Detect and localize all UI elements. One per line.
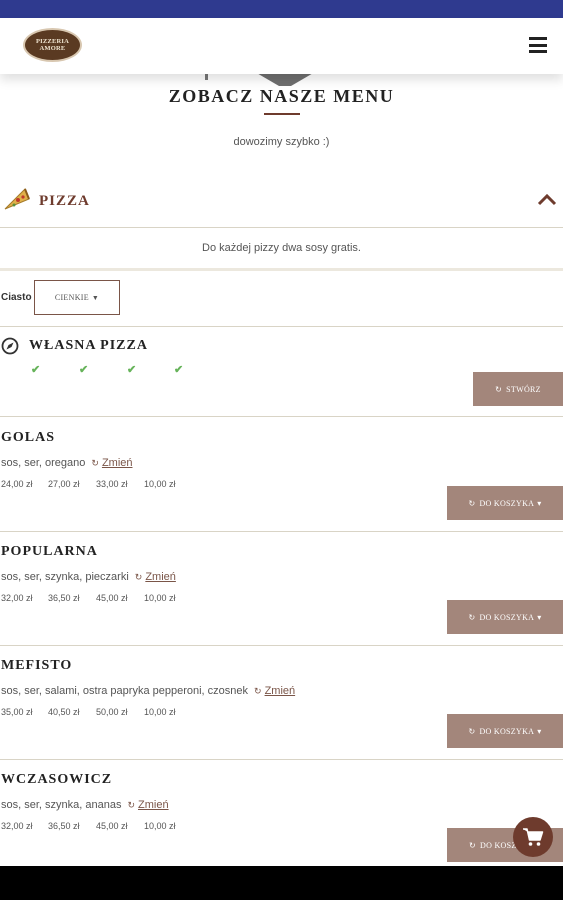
ingredients-text: sos, ser, oregano — [1, 457, 86, 469]
dough-label: Ciasto — [1, 292, 32, 303]
category-info: Do każdej pizzy dwa sosy gratis. — [202, 242, 361, 254]
price-size-4[interactable]: 10,00 zł — [144, 821, 176, 831]
pizza-ingredients: sos, ser, salami, ostra papryka pepperon… — [1, 685, 295, 697]
change-link[interactable]: ↻ Zmień — [254, 685, 295, 697]
check-icon: ✔ — [127, 364, 137, 376]
price-size-2[interactable]: 27,00 zł — [48, 479, 80, 489]
refresh-icon: ↻ — [134, 572, 143, 582]
price-size-2[interactable]: 36,50 zł — [48, 593, 80, 603]
price-size-3[interactable]: 45,00 zł — [96, 821, 128, 831]
price-size-3[interactable]: 33,00 zł — [96, 479, 128, 489]
pizza-name: POPULARNA — [1, 544, 98, 559]
tagline: dowozimy szybko :) — [233, 136, 330, 148]
check-icon: ✔ — [79, 364, 89, 376]
caret-down-icon: ▾ — [537, 726, 542, 736]
refresh-icon: ↻ — [468, 612, 476, 622]
logo[interactable]: PIZZERIA AMORE — [23, 28, 82, 62]
pizza-ingredients: sos, ser, oregano ↻ Zmień — [1, 457, 133, 469]
title-underline — [264, 113, 300, 115]
price-size-3[interactable]: 45,00 zł — [96, 593, 128, 603]
create-pizza-button[interactable]: ↻ STWÓRZ — [473, 372, 563, 406]
status-bar — [0, 0, 563, 18]
pizza-ingredients: sos, ser, szynka, ananas ↻ Zmień — [1, 799, 169, 811]
pizza-slice-icon — [4, 188, 30, 210]
divider — [0, 759, 563, 760]
dough-dropdown[interactable]: CIENKIE ▼ — [34, 280, 120, 315]
divider — [0, 531, 563, 532]
app-header: PIZZERIA AMORE — [0, 18, 563, 74]
pizza-name: MEFISTO — [1, 658, 73, 673]
price-size-1[interactable]: 32,00 zł — [1, 593, 33, 603]
pizza-name: GOLAS — [1, 430, 56, 445]
logo-text: PIZZERIA AMORE — [35, 38, 70, 52]
ingredients-text: sos, ser, szynka, ananas — [1, 799, 122, 811]
pizza-name: WCZASOWICZ — [1, 772, 113, 787]
price-size-2[interactable]: 40,50 zł — [48, 707, 80, 717]
button-label: DO KOSZYKA — [479, 498, 535, 508]
refresh-icon: ↻ — [91, 458, 99, 468]
refresh-icon: ↻ — [469, 840, 477, 850]
check-icon: ✔ — [174, 364, 184, 376]
button-label: STWÓRZ — [506, 384, 541, 394]
change-label: Zmień — [145, 571, 176, 583]
hero-decoration — [205, 74, 208, 80]
change-label: Zmień — [101, 457, 133, 469]
add-to-cart-button[interactable]: ↻ DO KOSZYKA ▾ — [447, 600, 563, 634]
check-icon: ✔ — [31, 364, 41, 376]
button-label: DO KOSZYKA — [479, 726, 535, 736]
divider — [0, 416, 563, 417]
hamburger-icon[interactable] — [529, 37, 547, 53]
caret-down-icon: ▾ — [537, 498, 542, 508]
pizza-ingredients: sos, ser, szynka, pieczarki ↻ Zmień — [1, 571, 176, 583]
change-label: Zmień — [138, 799, 169, 811]
ingredients-text: sos, ser, salami, ostra papryka pepperon… — [1, 685, 249, 697]
compass-icon — [1, 337, 19, 355]
change-link[interactable]: ↻ Zmień — [127, 799, 168, 811]
add-to-cart-button[interactable]: ↻ DO KOSZYKA ▾ — [447, 714, 563, 748]
category-header-pizza[interactable]: PIZZA — [0, 181, 563, 225]
price-size-4[interactable]: 10,00 zł — [144, 479, 176, 489]
price-size-1[interactable]: 35,00 zł — [1, 707, 33, 717]
refresh-icon: ↻ — [468, 498, 476, 508]
dough-selected-value: CIENKIE — [54, 293, 89, 302]
caret-down-icon: ▼ — [91, 293, 100, 302]
category-label: PIZZA — [39, 193, 90, 209]
change-label: Zmień — [264, 685, 296, 697]
divider — [0, 227, 563, 228]
custom-pizza-title: WŁASNA PIZZA — [29, 338, 148, 353]
divider — [0, 326, 563, 327]
change-link[interactable]: ↻ Zmień — [91, 457, 132, 469]
add-to-cart-button[interactable]: ↻ DO KOSZYKA ▾ — [447, 486, 563, 520]
price-size-3[interactable]: 50,00 zł — [96, 707, 128, 717]
cart-button[interactable] — [513, 817, 553, 857]
hero-image-fragment — [255, 72, 315, 86]
refresh-icon: ↻ — [495, 384, 503, 394]
price-size-4[interactable]: 10,00 zł — [144, 707, 176, 717]
price-size-1[interactable]: 32,00 zł — [1, 821, 33, 831]
shopping-cart-icon — [523, 828, 544, 846]
price-size-1[interactable]: 24,00 zł — [1, 479, 33, 489]
page-title: ZOBACZ NASZE MENU — [168, 86, 395, 106]
chevron-up-icon[interactable] — [537, 192, 557, 206]
divider — [0, 268, 563, 271]
refresh-icon: ↻ — [468, 726, 476, 736]
ingredients-text: sos, ser, szynka, pieczarki — [1, 571, 129, 583]
refresh-icon: ↻ — [254, 686, 262, 696]
system-navigation-bar — [0, 866, 563, 900]
button-label: DO KOSZ — [480, 840, 517, 850]
divider — [0, 645, 563, 646]
refresh-icon: ↻ — [127, 800, 135, 810]
price-size-2[interactable]: 36,50 zł — [48, 821, 80, 831]
price-size-4[interactable]: 10,00 zł — [144, 593, 176, 603]
caret-down-icon: ▾ — [537, 612, 542, 622]
change-link[interactable]: ↻ Zmień — [135, 571, 176, 583]
button-label: DO KOSZYKA — [479, 612, 535, 622]
